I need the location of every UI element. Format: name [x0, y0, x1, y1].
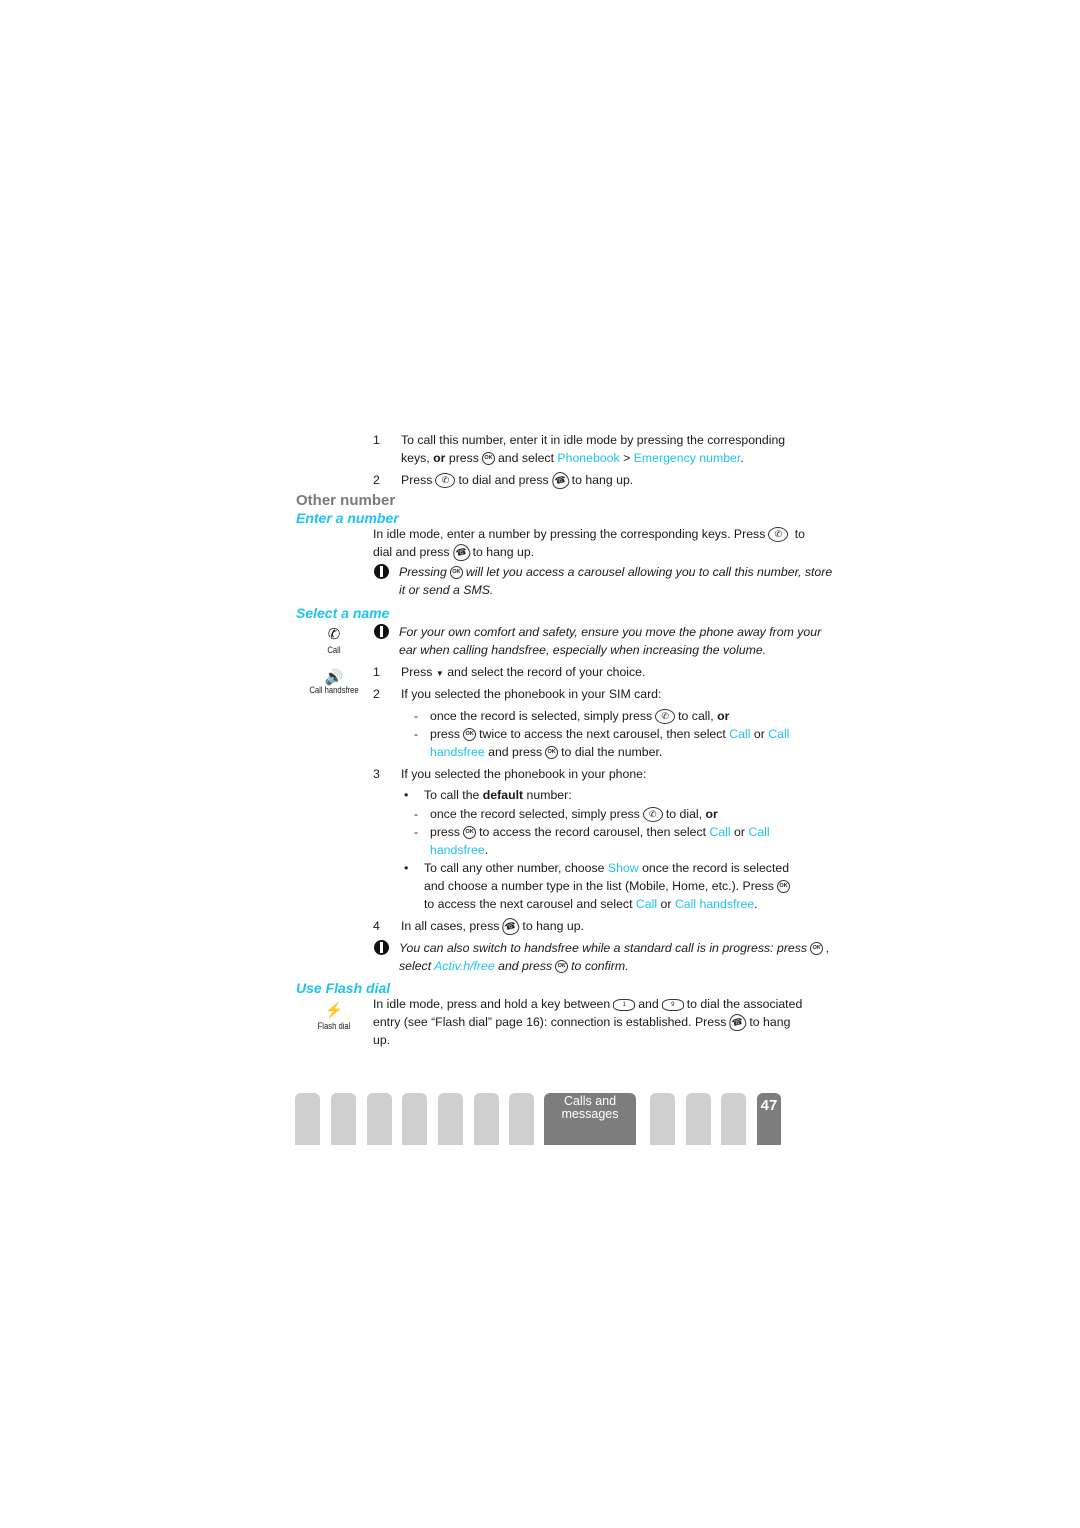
ok-key-icon: OK: [463, 728, 477, 742]
step-text: If you selected the phonebook in your SI…: [401, 687, 662, 701]
subsection-heading: Select a name: [296, 605, 390, 621]
note-line: For your own comfort and safety, ensure …: [399, 625, 822, 639]
down-key-icon: ▼: [435, 669, 444, 678]
step-text: If you selected the phonebook in your ph…: [401, 767, 647, 781]
call-icon: ✆: [327, 626, 341, 643]
call-icon-label: Call: [327, 645, 341, 655]
section-heading: Other number: [296, 492, 396, 509]
ok-key-icon: OK: [555, 960, 569, 974]
ok-key-icon: OK: [810, 942, 824, 956]
chapter-tab: [686, 1093, 711, 1145]
note-line: You can also switch to handsfree while a…: [399, 941, 830, 956]
step-number: 1: [373, 433, 380, 447]
info-note-icon: [374, 940, 389, 955]
note-line: ear when calling handsfree, especially w…: [399, 643, 767, 657]
step-number: 2: [373, 687, 380, 701]
ok-key-icon: OK: [481, 452, 495, 466]
step-text: Press ✆ to dial and press ☎ to hang up.: [401, 470, 633, 492]
chapter-tab: [721, 1093, 746, 1145]
dash-item-text: handsfree.: [430, 843, 489, 857]
step-text: To call this number, enter it in idle mo…: [401, 433, 786, 447]
bullet: •: [404, 861, 409, 875]
dash-item-text: once the record is selected, simply pres…: [430, 709, 730, 725]
bullet-text: To call the default number:: [424, 788, 572, 802]
menu-link-emergency: Emergency number: [633, 451, 741, 465]
hangup-key-icon: ☎: [450, 542, 472, 564]
ok-key-icon: OK: [545, 746, 559, 760]
step-number: 1: [373, 665, 380, 679]
dash-item-text: once the record selected, simply press ✆ t…: [430, 807, 718, 823]
call-key-icon: ✆: [435, 473, 456, 489]
hangup-key-icon: ☎: [500, 916, 522, 938]
dash-item: -: [414, 825, 419, 839]
paragraph-line: up.: [373, 1033, 391, 1047]
dash-item-text: handsfree and press OK to dial the number.: [430, 745, 663, 760]
dash-item: -: [414, 727, 419, 741]
note-line: select Activ.h/free and press OK to confir…: [399, 959, 629, 974]
call-key-icon: ✆: [655, 709, 676, 725]
chapter-tab: [331, 1093, 356, 1145]
handsfree-icon-label: Call handsfree: [309, 685, 359, 695]
hangup-key-icon: ☎: [727, 1012, 749, 1034]
call-key-icon: ✆: [768, 527, 789, 543]
note-line: Pressing OK will let you access a carousel…: [399, 565, 833, 580]
step-text: In all cases, press ☎ to hang up.: [401, 916, 584, 938]
chapter-tab: [295, 1093, 320, 1145]
ok-key-icon: OK: [463, 826, 477, 840]
handsfree-icon: 🔊: [324, 669, 344, 686]
dash-item-text: press OK twice to access the next carousel…: [430, 727, 790, 742]
dash-item: -: [414, 709, 419, 723]
bullet-text: and choose a number type in the list (Mo…: [424, 878, 793, 894]
step-text: keys, or press OK and select Phonebook > E…: [401, 451, 744, 466]
bullet: •: [404, 788, 409, 802]
flash-dial-icon: ⚡: [324, 1002, 344, 1019]
dash-item: -: [414, 807, 419, 821]
chapter-tab: [474, 1093, 499, 1145]
step-number: 2: [373, 473, 380, 487]
note-line: it or send a SMS.: [399, 583, 494, 597]
chapter-title: Calls and messages: [561, 1094, 619, 1121]
paragraph-line: In idle mode, press and hold a key betwe…: [373, 997, 803, 1011]
subsection-heading: Enter a number: [296, 510, 399, 526]
info-note-icon: [374, 624, 389, 639]
bullet-text: to access the next carousel and select C…: [424, 897, 758, 911]
paragraph-line: entry (see “Flash dial” page 16): connec…: [373, 1012, 790, 1034]
ok-key-icon: OK: [449, 566, 463, 580]
dash-item-text: press OK to access the record carousel, th…: [430, 825, 770, 840]
hangup-key-icon: ☎: [549, 470, 571, 492]
subsection-heading: Use Flash dial: [296, 980, 391, 996]
step-text: Press ▼ and select the record of your ch…: [401, 665, 646, 679]
paragraph-line: dial and press ☎ to hang up.: [373, 542, 534, 564]
key-9-icon: 9: [661, 998, 684, 1011]
chapter-tab: [509, 1093, 534, 1145]
menu-link-phonebook: Phonebook: [557, 451, 620, 465]
chapter-tab: [438, 1093, 463, 1145]
bullet-text: To call any other number, choose Show on…: [424, 861, 790, 875]
paragraph-line: In idle mode, enter a number by pressing…: [373, 527, 806, 543]
chapter-tab: [402, 1093, 427, 1145]
call-key-icon: ✆: [642, 807, 663, 823]
step-number: 3: [373, 767, 380, 781]
chapter-tab: [367, 1093, 392, 1145]
manual-page: 1 To call this number, enter it in idle …: [0, 0, 1080, 1528]
step-number: 4: [373, 919, 380, 933]
ok-key-icon: OK: [776, 880, 790, 894]
chapter-tab: [650, 1093, 675, 1145]
key-1-icon: 1: [613, 998, 636, 1011]
info-note-icon: [374, 564, 389, 579]
page-number: 47: [757, 1093, 781, 1145]
chapter-tab-current: Calls and messages: [544, 1093, 636, 1145]
flash-dial-icon-label: Flash dial: [317, 1021, 351, 1031]
